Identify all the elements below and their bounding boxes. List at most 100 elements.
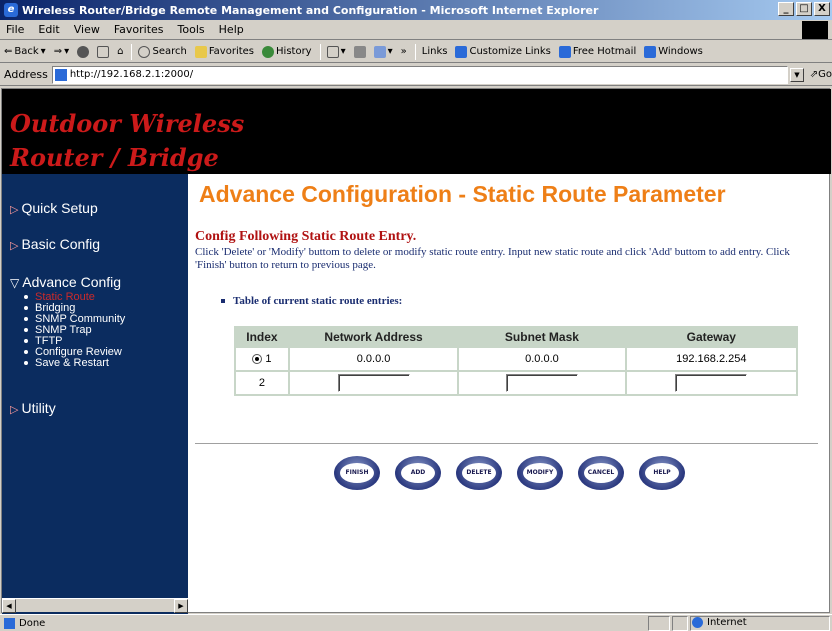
- print-button[interactable]: [353, 45, 366, 58]
- search-icon: [138, 45, 151, 58]
- globe-icon: [692, 617, 703, 628]
- sidebar-item-quick-setup[interactable]: ▷ Quick Setup: [10, 200, 98, 216]
- close-button[interactable]: X: [814, 2, 830, 16]
- banner-line-2: Router / Bridge: [10, 143, 219, 172]
- link-hotmail[interactable]: Free Hotmail: [558, 45, 636, 58]
- toolbar-overflow-button[interactable]: »: [401, 46, 407, 57]
- table-row: 1 0.0.0.0 0.0.0.0 192.168.2.254: [234, 346, 799, 372]
- menu-file[interactable]: File: [6, 23, 24, 36]
- favorites-button[interactable]: Favorites: [194, 45, 255, 58]
- minimize-button[interactable]: _: [778, 2, 794, 16]
- go-button[interactable]: ⇗Go: [810, 69, 832, 80]
- chevron-right-icon: »: [400, 46, 407, 57]
- home-icon: ⌂: [117, 46, 124, 57]
- menu-tools[interactable]: Tools: [178, 23, 205, 36]
- back-arrow-icon: ⇐: [4, 46, 13, 57]
- ie-page-icon: [558, 45, 571, 58]
- status-panel: [648, 616, 670, 631]
- windows-logo-icon: [802, 21, 828, 39]
- sidebar-item-utility[interactable]: ▷ Utility: [10, 400, 56, 416]
- menu-edit[interactable]: Edit: [38, 23, 59, 36]
- row-index-cell: 1: [234, 346, 290, 372]
- cancel-button[interactable]: CANCEL: [578, 456, 624, 490]
- ie-page-icon: [455, 45, 468, 58]
- delete-button[interactable]: DELETE: [456, 456, 502, 490]
- menu-favorites[interactable]: Favorites: [114, 23, 164, 36]
- history-button[interactable]: History: [262, 45, 312, 58]
- ie-icon: e: [4, 3, 18, 17]
- menu-help[interactable]: Help: [219, 23, 244, 36]
- address-url: http://192.168.2.1:2000/: [69, 69, 194, 80]
- finish-button[interactable]: FINISH: [334, 456, 380, 490]
- subnet-mask-cell: [457, 370, 627, 396]
- address-dropdown[interactable]: ▼: [790, 67, 804, 82]
- scroll-right-icon[interactable]: ▶: [174, 599, 188, 613]
- favorites-icon: [194, 45, 207, 58]
- network-address-input[interactable]: [337, 374, 410, 392]
- subnet-mask-input[interactable]: [505, 374, 578, 392]
- address-bar: Address http://192.168.2.1:2000/ ▼ ⇗Go: [0, 64, 832, 86]
- forward-arrow-icon: ⇒: [53, 46, 63, 57]
- advance-config-submenu: Static Route Bridging SNMP Community SNM…: [24, 292, 125, 369]
- address-input[interactable]: http://192.168.2.1:2000/: [51, 65, 789, 84]
- link-customize[interactable]: Customize Links: [455, 45, 551, 58]
- col-gateway: Gateway: [624, 326, 799, 348]
- static-route-table: Index Network Address Subnet Mask Gatewa…: [234, 326, 799, 396]
- divider: [195, 443, 818, 445]
- links-label[interactable]: Links: [422, 46, 448, 57]
- window-title: Wireless Router/Bridge Remote Management…: [22, 3, 599, 17]
- back-button[interactable]: ⇐ Back ▾: [4, 46, 46, 57]
- triangle-down-icon: ▽: [10, 276, 20, 290]
- gateway-cell: [624, 370, 799, 396]
- page-title: Advance Configuration - Static Route Par…: [199, 181, 726, 207]
- table-header-row: Index Network Address Subnet Mask Gatewa…: [234, 326, 799, 348]
- maximize-button[interactable]: □: [796, 2, 812, 16]
- triangle-right-icon: ▷: [10, 204, 19, 216]
- stop-icon: [77, 45, 90, 58]
- modify-button[interactable]: MODIFY: [517, 456, 563, 490]
- home-button[interactable]: ⌂: [117, 46, 123, 57]
- sidebar-item-advance-config[interactable]: ▽ Advance Config: [10, 274, 121, 290]
- status-bar: Done Internet: [0, 614, 832, 631]
- banner: Outdoor Wireless Router / Bridge: [2, 89, 831, 174]
- bullet-icon: [221, 299, 225, 304]
- add-button[interactable]: ADD: [395, 456, 441, 490]
- gateway-cell: 192.168.2.254: [624, 346, 799, 372]
- mail-button[interactable]: ▾: [326, 45, 346, 58]
- forward-button[interactable]: ⇒ ▾: [54, 46, 69, 57]
- dropdown-arrow-icon: ▾: [64, 46, 70, 57]
- status-panel: [672, 616, 688, 631]
- page-viewport: Outdoor Wireless Router / Bridge ▷ Quick …: [1, 88, 831, 614]
- subnet-mask-cell: 0.0.0.0: [457, 346, 627, 372]
- sidebar-scrollbar[interactable]: ◀ ▶: [2, 598, 188, 613]
- col-network-address: Network Address: [287, 326, 460, 348]
- refresh-button[interactable]: [97, 45, 110, 58]
- mail-icon: [326, 45, 339, 58]
- link-windows[interactable]: Windows: [644, 45, 703, 58]
- window-titlebar: e Wireless Router/Bridge Remote Manageme…: [0, 0, 832, 20]
- table-caption: Table of current static route entries:: [221, 295, 402, 307]
- menu-view[interactable]: View: [74, 23, 100, 36]
- gateway-input[interactable]: [675, 374, 748, 392]
- scroll-left-icon[interactable]: ◀: [2, 599, 16, 613]
- sidebar-item-basic-config[interactable]: ▷ Basic Config: [10, 236, 100, 252]
- search-label: Search: [152, 46, 187, 57]
- triangle-right-icon: ▷: [10, 404, 19, 416]
- ie-page-icon: [4, 617, 15, 629]
- instructions-text: Click 'Delete' or 'Modify' buttom to del…: [195, 246, 790, 271]
- network-address-cell: [287, 370, 460, 396]
- sidebar: ▷ Quick Setup ▷ Basic Config ▽ Advance Conf…: [2, 174, 188, 614]
- favorites-label: Favorites: [208, 46, 255, 57]
- edit-button[interactable]: ▾: [373, 45, 393, 58]
- search-button[interactable]: Search: [138, 45, 187, 58]
- toolbar: ⇐ Back ▾ ⇒ ▾ ⌂ Search Favorites History ▾ ▾…: [0, 41, 832, 63]
- col-index: Index: [234, 326, 290, 348]
- stop-button[interactable]: [77, 45, 90, 58]
- back-label: Back: [14, 46, 39, 57]
- route-select-radio[interactable]: [252, 354, 263, 365]
- submenu-save-restart[interactable]: Save & Restart: [24, 358, 125, 369]
- refresh-icon: [97, 45, 110, 58]
- dropdown-arrow-icon: ▾: [40, 46, 46, 57]
- ie-page-icon: [54, 68, 67, 81]
- help-button[interactable]: HELP: [639, 456, 685, 490]
